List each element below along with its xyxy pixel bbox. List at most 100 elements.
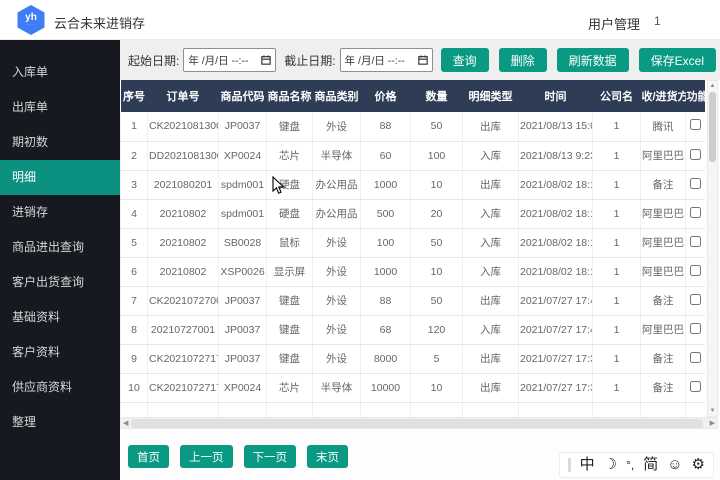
column-header: 商品类别 — [313, 80, 361, 112]
table-cell: 10 — [411, 373, 463, 402]
start-date-input[interactable]: 年 /月/日 --:-- — [183, 48, 276, 72]
sidebar-item-10[interactable]: 整理 — [0, 405, 120, 440]
row-checkbox[interactable] — [690, 352, 701, 363]
last-page-button[interactable]: 末页 — [307, 445, 348, 468]
table-cell: 60 — [361, 141, 411, 170]
table-cell: 阿里巴巴 — [641, 257, 686, 286]
sidebar-item-8[interactable]: 客户资料 — [0, 335, 120, 370]
table-row: 520210802SB0028鼠标外设10050入库2021/08/02 18:… — [121, 228, 706, 257]
ime-grip-icon[interactable] — [568, 458, 571, 472]
table-cell: 备注 — [641, 373, 686, 402]
ime-lang-chinese[interactable]: 中 — [580, 454, 595, 476]
table-cell: 2021/07/27 17:33 — [519, 373, 593, 402]
sidebar-item-1[interactable]: 出库单 — [0, 90, 120, 125]
ime-settings-gear-icon[interactable]: ⚙ — [692, 454, 705, 476]
next-page-button[interactable]: 下一页 — [244, 445, 297, 468]
table-cell: 1 — [121, 112, 148, 141]
table-cell: 50 — [411, 112, 463, 141]
table-cell: 外设 — [313, 257, 361, 286]
table-cell: SB0028 — [219, 228, 267, 257]
table-cell: 1 — [593, 373, 641, 402]
calendar-icon — [261, 55, 271, 65]
table-cell: 外设 — [313, 228, 361, 257]
table-cell: 2 — [121, 141, 148, 170]
table-cell: 外设 — [313, 286, 361, 315]
table-cell: 备注 — [641, 344, 686, 373]
column-header: 序号 — [121, 80, 148, 112]
table-cell: 2021/07/27 17:48 — [519, 315, 593, 344]
row-action-cell — [686, 315, 706, 344]
query-button[interactable]: 查询 — [441, 48, 489, 72]
table-cell: 外设 — [313, 315, 361, 344]
table-cell: 键盘 — [267, 286, 313, 315]
table-cell: 2021/08/02 18:14 — [519, 228, 593, 257]
vertical-scrollbar[interactable]: ▲ ▼ — [707, 80, 718, 417]
table-cell: 88 — [361, 286, 411, 315]
ime-simplified-icon[interactable]: 简 — [643, 454, 658, 476]
table-cell: 备注 — [641, 170, 686, 199]
save-excel-button[interactable]: 保存Excel — [639, 48, 716, 72]
scroll-down-arrow-icon[interactable]: ▼ — [708, 406, 717, 416]
horizontal-scrollbar[interactable]: ◀ ▶ — [120, 417, 718, 429]
app-window: yh ··· 云合未来进销存 用户管理 1 入库单出库单期初数明细进销存商品进出… — [0, 0, 720, 480]
ime-punctuation-icon[interactable]: °, — [626, 454, 634, 476]
table-cell: 10000 — [361, 373, 411, 402]
sidebar-item-4[interactable]: 进销存 — [0, 195, 120, 230]
calendar-icon — [418, 55, 428, 65]
refresh-data-button[interactable]: 刷新数据 — [557, 48, 629, 72]
table-cell: 1 — [593, 228, 641, 257]
row-action-cell — [686, 141, 706, 170]
row-checkbox[interactable] — [690, 236, 701, 247]
logo-dots: ··· — [27, 23, 35, 28]
sidebar-item-3[interactable]: 明细 — [0, 160, 120, 195]
sidebar-item-7[interactable]: 基础资料 — [0, 300, 120, 335]
sidebar-item-9[interactable]: 供应商资料 — [0, 370, 120, 405]
delete-button[interactable]: 删除 — [499, 48, 547, 72]
row-checkbox[interactable] — [690, 207, 701, 218]
table-cell — [641, 402, 686, 417]
detail-table: 序号订单号商品代码商品名称商品类别价格数量明细类型时间公司名收/进货方功能 1C… — [120, 80, 705, 417]
row-action-cell — [686, 257, 706, 286]
column-header: 收/进货方 — [641, 80, 686, 112]
sidebar-item-2[interactable]: 期初数 — [0, 125, 120, 160]
row-checkbox[interactable] — [690, 178, 701, 189]
prev-page-button[interactable]: 上一页 — [180, 445, 233, 468]
table-cell: 10 — [411, 257, 463, 286]
row-checkbox[interactable] — [690, 323, 701, 334]
column-header: 明细类型 — [463, 80, 519, 112]
scroll-left-arrow-icon[interactable]: ◀ — [123, 418, 128, 429]
table-cell — [411, 402, 463, 417]
horizontal-scroll-thumb[interactable] — [131, 419, 703, 428]
table-cell: 办公用品 — [313, 170, 361, 199]
ime-moon-icon[interactable]: ☽ — [604, 454, 617, 476]
table-cell — [463, 402, 519, 417]
row-checkbox[interactable] — [690, 149, 701, 160]
table-cell: 10 — [411, 170, 463, 199]
ime-emoji-icon[interactable]: ☺ — [667, 454, 682, 476]
scroll-right-arrow-icon[interactable]: ▶ — [710, 418, 715, 429]
table-cell: 8000 — [361, 344, 411, 373]
table-cell: 阿里巴巴 — [641, 228, 686, 257]
user-management-menu[interactable]: 用户管理 — [588, 14, 640, 33]
pagination-bar: 首页 上一页 下一页 末页 — [128, 445, 348, 468]
table-row: 620210802XSP0026显示屏外设100010入库2021/08/02 … — [121, 257, 706, 286]
end-date-input[interactable]: 年 /月/日 --:-- — [340, 48, 433, 72]
table-cell — [148, 402, 219, 417]
sidebar-item-6[interactable]: 客户出货查询 — [0, 265, 120, 300]
sidebar-item-0[interactable]: 入库单 — [0, 55, 120, 90]
scroll-up-arrow-icon[interactable]: ▲ — [708, 81, 717, 91]
sidebar-item-5[interactable]: 商品进出查询 — [0, 230, 120, 265]
first-page-button[interactable]: 首页 — [128, 445, 169, 468]
sidebar-menu: 入库单出库单期初数明细进销存商品进出查询客户出货查询基础资料客户资料供应商资料整… — [0, 40, 120, 440]
ime-toolbar: 中 ☽ °, 简 ☺ ⚙ — [559, 452, 714, 478]
vertical-scroll-thumb[interactable] — [709, 92, 716, 162]
row-checkbox[interactable] — [690, 381, 701, 392]
table-cell: 入库 — [463, 199, 519, 228]
table-cell: XP0024 — [219, 141, 267, 170]
table-cell: 硬盘 — [267, 199, 313, 228]
row-checkbox[interactable] — [690, 265, 701, 276]
table-cell: JP0037 — [219, 315, 267, 344]
row-checkbox[interactable] — [690, 294, 701, 305]
row-checkbox[interactable] — [690, 119, 701, 130]
table-cell: 10 — [121, 373, 148, 402]
